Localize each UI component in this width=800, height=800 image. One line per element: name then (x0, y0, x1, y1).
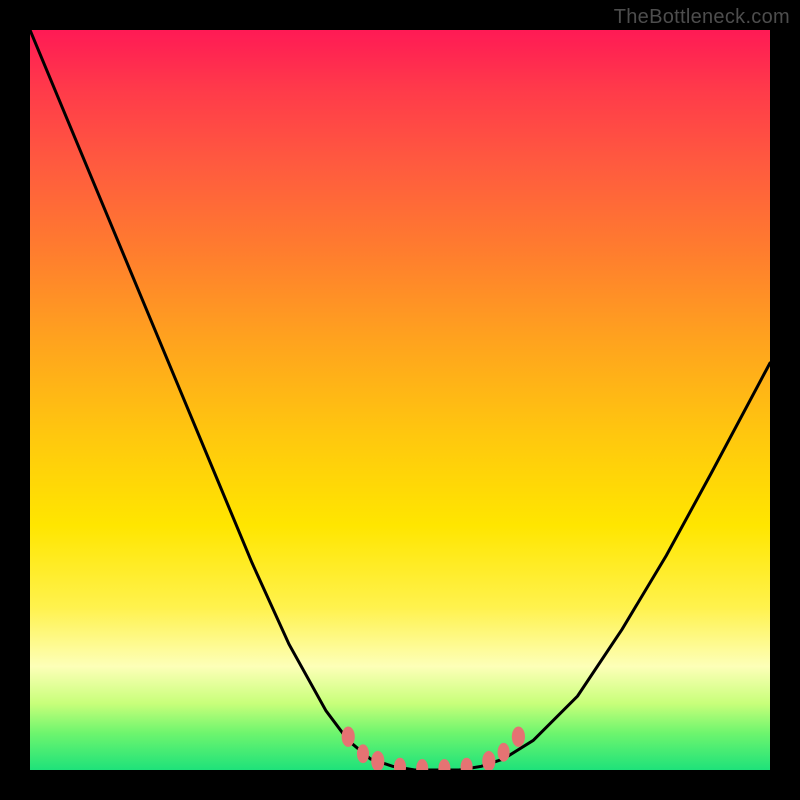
marker-dot (357, 744, 369, 763)
marker-dot (371, 751, 384, 770)
chart-frame: TheBottleneck.com (0, 0, 800, 800)
marker-dot (416, 759, 428, 770)
curve-svg (30, 30, 770, 770)
marker-dot (482, 751, 495, 770)
marker-dot (342, 727, 355, 747)
marker-dot (394, 758, 406, 770)
marker-dot (461, 758, 473, 770)
marker-dot (512, 727, 525, 747)
marker-dot (438, 759, 450, 770)
plot-area (30, 30, 770, 770)
watermark-label: TheBottleneck.com (614, 6, 790, 29)
bottleneck-curve (30, 30, 770, 770)
markers (342, 727, 525, 771)
marker-dot (498, 743, 510, 762)
